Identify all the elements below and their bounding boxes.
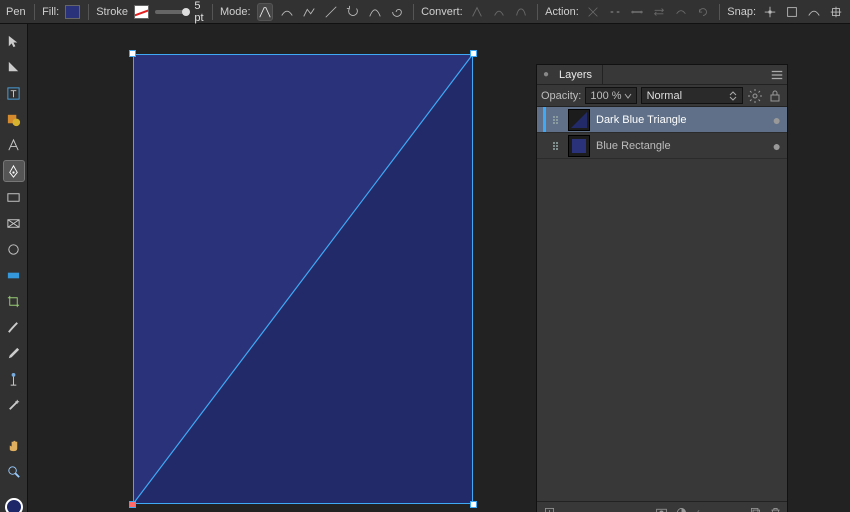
move-tool[interactable] <box>3 30 25 52</box>
mode-spiral-icon[interactable] <box>389 3 405 21</box>
convert-smart-icon[interactable] <box>513 3 529 21</box>
frame-rect-tool[interactable] <box>3 212 25 234</box>
mode-poly-icon[interactable] <box>301 3 317 21</box>
handle-top-right[interactable] <box>470 50 477 57</box>
stroke-slider[interactable] <box>155 10 189 14</box>
shape-tool[interactable] <box>3 108 25 130</box>
mask-icon[interactable] <box>653 505 669 512</box>
rectangle-tool[interactable] <box>3 186 25 208</box>
wand-tool[interactable] <box>3 394 25 416</box>
options-bar: Pen Fill: Stroke 5 pt Mode: Convert: Act… <box>0 0 850 24</box>
hand-tool[interactable] <box>3 434 25 456</box>
snap-label: Snap: <box>727 6 756 18</box>
duplicate-icon[interactable] <box>747 505 763 512</box>
stroke-swatch[interactable] <box>134 5 149 19</box>
panel-menu-icon[interactable] <box>767 65 787 85</box>
canvas[interactable]: ● Layers Opacity: 100 % Normal <box>28 24 850 512</box>
stroke-width-value[interactable]: 5 pt <box>194 0 203 24</box>
mode-arc-icon[interactable] <box>367 3 383 21</box>
layer-row[interactable]: Dark Blue Triangle ● <box>537 107 787 133</box>
lock-icon[interactable] <box>767 88 783 104</box>
gear-icon[interactable] <box>747 88 763 104</box>
action-close-icon[interactable] <box>585 3 601 21</box>
layer-row[interactable]: Blue Rectangle ● <box>537 133 787 159</box>
pen-tool[interactable] <box>3 160 25 182</box>
opacity-value: 100 % <box>590 90 621 102</box>
snap-curve-icon[interactable] <box>806 3 822 21</box>
action-label: Action: <box>545 6 579 18</box>
current-tool-label: Pen <box>6 6 26 18</box>
mode-refresh-icon[interactable] <box>345 3 361 21</box>
layers-tab[interactable]: Layers <box>549 65 603 84</box>
handle-bottom-right[interactable] <box>470 501 477 508</box>
mode-pen-icon[interactable] <box>257 3 273 21</box>
stroke-label: Stroke <box>96 6 128 18</box>
snap-node-icon[interactable] <box>762 3 778 21</box>
left-toolbar <box>0 24 28 512</box>
eyedropper-tool[interactable] <box>3 342 25 364</box>
fill-swatch[interactable] <box>65 5 80 19</box>
snap-geometry-icon[interactable] <box>784 3 800 21</box>
text-tool[interactable] <box>3 134 25 156</box>
ellipse-tool[interactable] <box>3 238 25 260</box>
spray-tool[interactable] <box>3 368 25 390</box>
panel-collapse-dot[interactable]: ● <box>537 69 549 80</box>
main-area: ● Layers Opacity: 100 % Normal <box>0 24 850 512</box>
snap-all-icon[interactable] <box>828 3 844 21</box>
action-redo-icon[interactable] <box>695 3 711 21</box>
handle-bottom-left[interactable] <box>129 501 136 508</box>
node-tool[interactable] <box>3 56 25 78</box>
triangle-edge <box>133 54 473 504</box>
layer-grip-icon[interactable] <box>552 115 562 125</box>
crop-tool[interactable] <box>3 290 25 312</box>
layer-thumb <box>568 109 590 131</box>
blend-mode-select[interactable]: Normal <box>641 87 743 104</box>
stepper-icon <box>729 91 737 101</box>
add-layer-icon[interactable] <box>541 505 557 512</box>
layer-name[interactable]: Dark Blue Triangle <box>596 114 687 126</box>
panel-options: Opacity: 100 % Normal <box>537 85 787 107</box>
trash-icon[interactable] <box>767 505 783 512</box>
action-smooth-icon[interactable] <box>673 3 689 21</box>
convert-label: Convert: <box>421 6 463 18</box>
zoom-tool[interactable] <box>3 460 25 482</box>
convert-smooth-icon[interactable] <box>491 3 507 21</box>
action-break-icon[interactable] <box>607 3 623 21</box>
convert-sharp-icon[interactable] <box>469 3 485 21</box>
text-frame-tool[interactable] <box>3 82 25 104</box>
action-join-icon[interactable] <box>629 3 645 21</box>
layer-grip-icon[interactable] <box>552 141 562 151</box>
layers-panel: ● Layers Opacity: 100 % Normal <box>536 64 788 512</box>
layers-list: Dark Blue Triangle ● Blue Rectangle ● <box>537 107 787 501</box>
mode-line-icon[interactable] <box>323 3 339 21</box>
blend-mode-value: Normal <box>647 90 682 102</box>
opacity-field[interactable]: 100 % <box>585 87 636 104</box>
action-reverse-icon[interactable] <box>651 3 667 21</box>
opacity-label: Opacity: <box>541 90 581 102</box>
fgbg-swatch[interactable] <box>3 496 25 512</box>
artboard[interactable] <box>133 54 473 504</box>
chevron-down-icon <box>624 92 632 100</box>
fx-icon[interactable]: fx <box>693 505 709 512</box>
mode-label: Mode: <box>220 6 251 18</box>
panel-footer: fx <box>537 501 787 512</box>
brush-tool[interactable] <box>3 316 25 338</box>
fill-label: Fill: <box>42 6 59 18</box>
handle-top-left[interactable] <box>129 50 136 57</box>
gradient-tool[interactable] <box>3 264 25 286</box>
panel-header: ● Layers <box>537 65 787 85</box>
layer-thumb <box>568 135 590 157</box>
layer-name[interactable]: Blue Rectangle <box>596 140 671 152</box>
mode-smart-icon[interactable] <box>279 3 295 21</box>
adjust-icon[interactable] <box>673 505 689 512</box>
